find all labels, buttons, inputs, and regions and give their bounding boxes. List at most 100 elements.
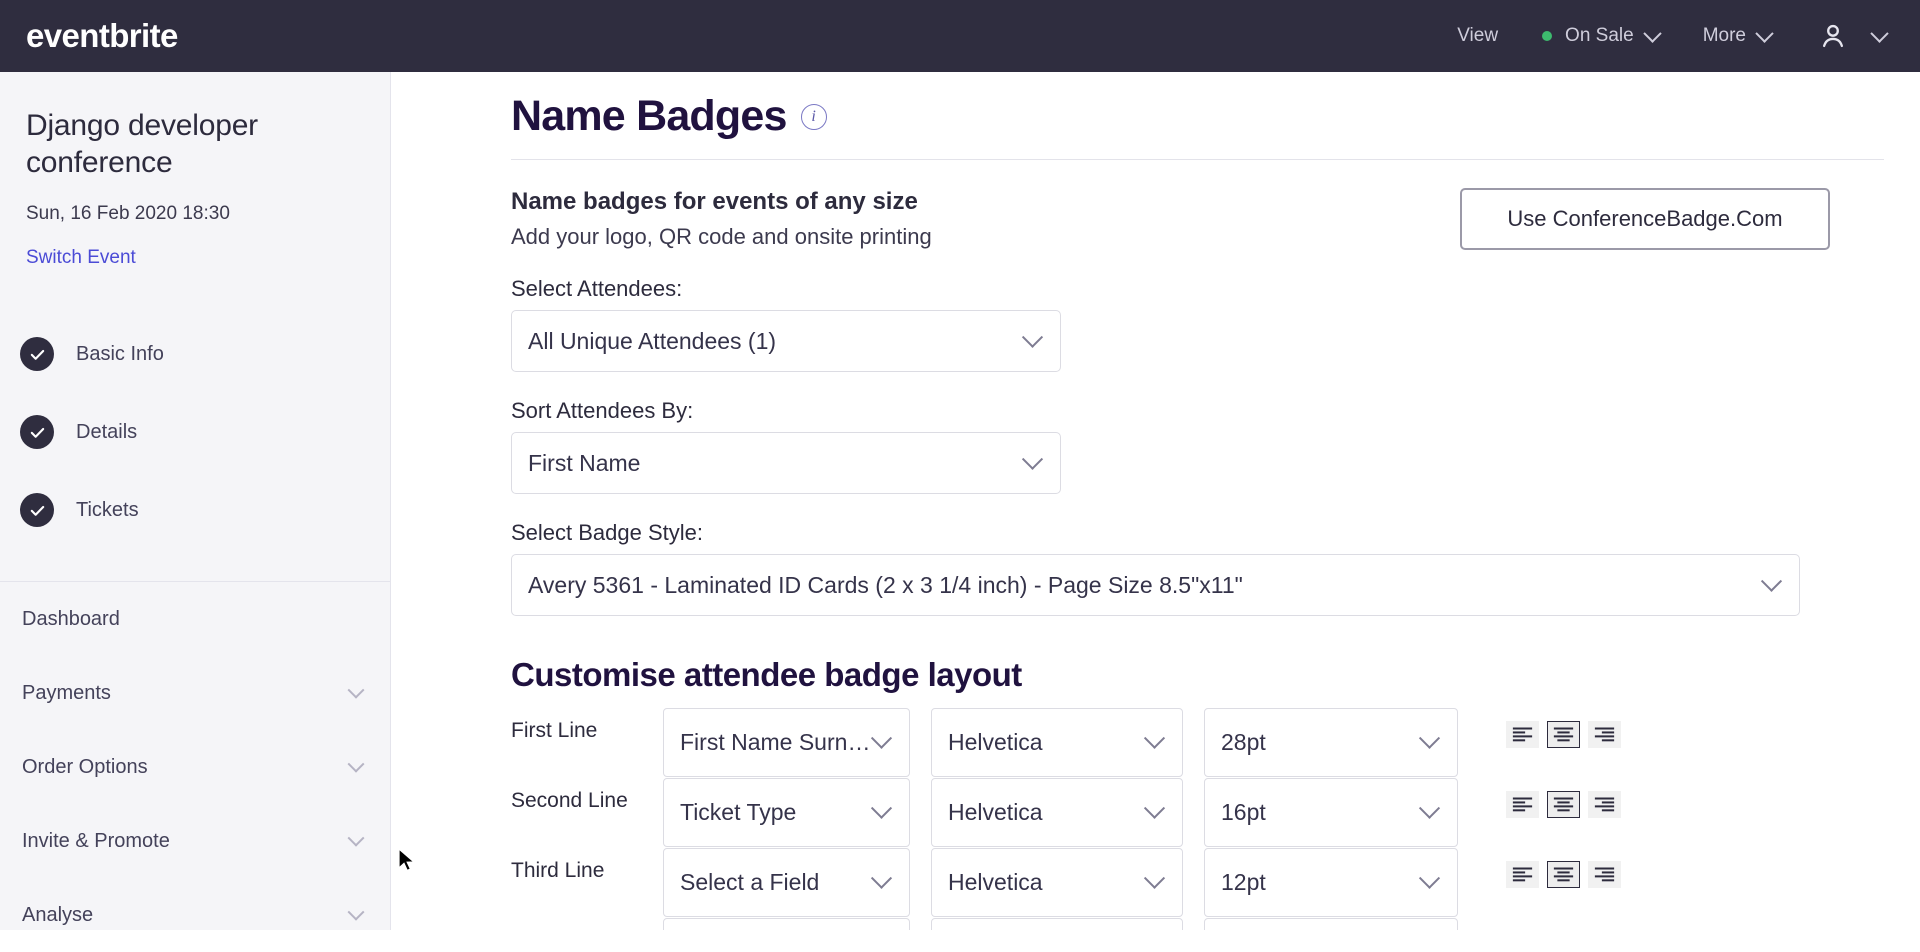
sidebar-item-payments[interactable]: Payments xyxy=(0,656,390,730)
use-conferencebadge-button[interactable]: Use ConferenceBadge.Com xyxy=(1460,188,1830,250)
sidebar-item-payments-label: Payments xyxy=(22,681,111,704)
page-title: Name Badges xyxy=(511,92,787,140)
page-header: Name Badges i xyxy=(391,72,1920,141)
sidebar-item-invite-promote[interactable]: Invite & Promote xyxy=(0,804,390,878)
intro-text: Name badges for events of any size Add y… xyxy=(511,188,932,250)
first-line-field-cell: First Name Surna… xyxy=(663,708,910,777)
row-label-second-line: Second Line xyxy=(511,789,628,812)
chevron-down-icon xyxy=(347,681,365,699)
third-line-size-dropdown[interactable]: 12pt xyxy=(1204,848,1458,917)
chevron-down-icon xyxy=(1418,797,1441,819)
sidebar-steps: Basic Info Details Tickets xyxy=(0,315,390,583)
customise-layout-heading: Customise attendee badge layout xyxy=(511,656,1022,693)
sidebar-item-tickets[interactable]: Tickets xyxy=(0,471,390,549)
first-line-font-dropdown[interactable]: Helvetica xyxy=(931,708,1183,777)
check-circle-icon xyxy=(20,337,54,372)
align-left-button[interactable] xyxy=(1506,721,1539,748)
badge-style-dropdown[interactable]: Avery 5361 - Laminated ID Cards (2 x 3 1… xyxy=(511,554,1800,616)
chevron-down-icon xyxy=(1143,727,1166,749)
third-line-align-group xyxy=(1506,848,1629,888)
account-menu[interactable] xyxy=(1793,0,1920,72)
align-center-button[interactable] xyxy=(1547,861,1580,888)
third-line-field-dropdown[interactable]: Select a Field xyxy=(663,848,910,917)
third-line-field-value: Select a Field xyxy=(680,869,820,895)
align-left-icon xyxy=(1512,867,1533,882)
chevron-down-icon xyxy=(347,829,365,847)
sort-attendees-dropdown[interactable]: First Name xyxy=(511,432,1061,494)
chevron-down-icon xyxy=(1755,23,1774,43)
fourth-line-size-dropdown[interactable]: 7pt xyxy=(1204,918,1458,930)
nav-item-view[interactable]: View xyxy=(1435,0,1520,72)
sidebar-item-dashboard[interactable]: Dashboard xyxy=(0,582,390,656)
eventbrite-logo[interactable]: eventbrite xyxy=(26,17,178,55)
second-line-font-dropdown[interactable]: Helvetica xyxy=(931,778,1183,847)
second-line-font-cell: Helvetica xyxy=(931,778,1183,847)
sidebar-item-details-label: Details xyxy=(76,420,138,443)
sidebar-item-order-options[interactable]: Order Options xyxy=(0,730,390,804)
sidebar-item-order-options-label: Order Options xyxy=(22,755,148,778)
fourth-line-field-dropdown[interactable]: Select a Field xyxy=(663,918,910,930)
second-line-field-cell: Ticket Type xyxy=(663,778,910,847)
nav-item-on-sale-label: On Sale xyxy=(1565,25,1634,46)
chevron-down-icon xyxy=(870,867,893,889)
badge-style-label: Select Badge Style: xyxy=(511,520,704,545)
chevron-down-icon xyxy=(1643,23,1662,43)
fourth-line-font-dropdown[interactable]: Helvetica xyxy=(931,918,1183,930)
second-line-align-group xyxy=(1506,778,1629,818)
chevron-down-icon xyxy=(870,797,893,819)
second-line-field-value: Ticket Type xyxy=(680,799,797,825)
chevron-down-icon xyxy=(1021,448,1044,470)
badge-style-value: Avery 5361 - Laminated ID Cards (2 x 3 1… xyxy=(528,571,1243,598)
align-left-button[interactable] xyxy=(1506,791,1539,818)
intro-section: Name badges for events of any size Add y… xyxy=(391,160,1920,250)
nav-item-more[interactable]: More xyxy=(1681,0,1793,72)
third-line-font-value: Helvetica xyxy=(948,869,1043,895)
select-attendees-label: Select Attendees: xyxy=(511,276,683,301)
sidebar: Django developer conference Sun, 16 Feb … xyxy=(0,72,391,930)
sidebar-item-dashboard-label: Dashboard xyxy=(22,607,120,630)
sidebar-item-analyse[interactable]: Analyse xyxy=(0,878,390,952)
third-line-font-cell: Helvetica xyxy=(931,848,1183,917)
align-center-button[interactable] xyxy=(1547,721,1580,748)
align-left-button[interactable] xyxy=(1506,861,1539,888)
first-line-size-dropdown[interactable]: 28pt xyxy=(1204,708,1458,777)
chevron-down-icon xyxy=(1760,570,1783,592)
select-attendees-dropdown[interactable]: All Unique Attendees (1) xyxy=(511,310,1061,372)
main-content: Name Badges i Name badges for events of … xyxy=(391,72,1920,930)
chevron-down-icon xyxy=(1143,867,1166,889)
select-attendees-block: Select Attendees: All Unique Attendees (… xyxy=(391,276,1920,372)
badge-layout-table: First Line First Name Surna… Helvetica 2… xyxy=(391,708,1920,930)
align-left-icon xyxy=(1512,727,1533,742)
second-line-field-dropdown[interactable]: Ticket Type xyxy=(663,778,910,847)
table-row: First Line First Name Surna… Helvetica 2… xyxy=(511,708,1920,778)
chevron-down-icon xyxy=(1418,727,1441,749)
switch-event-link[interactable]: Switch Event xyxy=(26,247,364,269)
sidebar-item-analyse-label: Analyse xyxy=(22,903,94,926)
sidebar-menu: Dashboard Payments Order Options Invite … xyxy=(0,582,390,952)
second-line-size-dropdown[interactable]: 16pt xyxy=(1204,778,1458,847)
table-row: Third Line Select a Field Helvetica 12pt xyxy=(511,848,1920,918)
align-right-button[interactable] xyxy=(1588,861,1621,888)
sidebar-item-basic-info[interactable]: Basic Info xyxy=(0,315,390,393)
align-right-icon xyxy=(1594,727,1615,742)
person-icon xyxy=(1822,24,1844,48)
nav-item-more-label: More xyxy=(1702,25,1746,46)
sort-attendees-value: First Name xyxy=(528,449,641,476)
info-icon[interactable]: i xyxy=(800,103,827,130)
chevron-down-icon xyxy=(1143,797,1166,819)
third-line-font-dropdown[interactable]: Helvetica xyxy=(931,848,1183,917)
row-label-third-line: Third Line xyxy=(511,859,605,882)
first-line-size-cell: 28pt xyxy=(1204,708,1458,777)
top-nav-items: View On Sale More xyxy=(1435,0,1920,72)
chevron-down-icon xyxy=(347,755,365,773)
nav-item-on-sale[interactable]: On Sale xyxy=(1520,0,1681,72)
align-right-button[interactable] xyxy=(1588,791,1621,818)
align-right-button[interactable] xyxy=(1588,721,1621,748)
align-center-button[interactable] xyxy=(1547,791,1580,818)
third-line-field-cell: Select a Field xyxy=(663,848,910,917)
fourth-line-size-cell: 7pt xyxy=(1204,918,1458,930)
sidebar-item-basic-info-label: Basic Info xyxy=(76,342,164,365)
sort-attendees-label: Sort Attendees By: xyxy=(511,398,694,423)
sidebar-item-details[interactable]: Details xyxy=(0,393,390,471)
first-line-field-dropdown[interactable]: First Name Surna… xyxy=(663,708,910,777)
